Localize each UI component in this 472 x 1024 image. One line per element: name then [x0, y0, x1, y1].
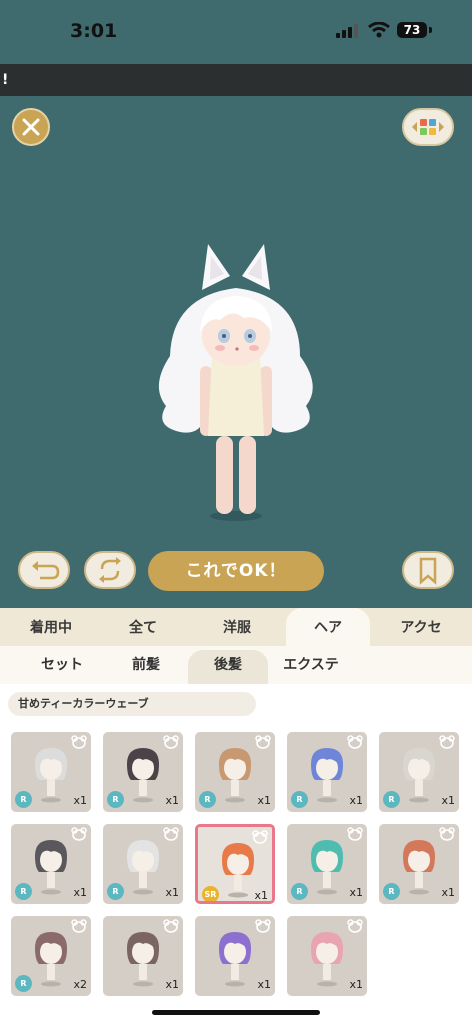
item-count: x1	[165, 794, 179, 807]
hair-item-card[interactable]: Rx2	[11, 916, 91, 996]
item-count: x2	[73, 978, 87, 991]
rarity-badge: R	[15, 883, 32, 900]
bookmark-icon	[419, 557, 437, 585]
selected-item-name: 甘めティーカラーウェーブ	[8, 692, 256, 716]
bear-favorite-icon[interactable]	[347, 735, 363, 749]
tab-hair[interactable]: ヘア	[286, 608, 370, 646]
bear-favorite-icon[interactable]	[71, 827, 87, 841]
rarity-badge: R	[199, 791, 216, 808]
tab-wearing[interactable]: 着用中	[0, 608, 102, 646]
item-count: x1	[257, 794, 271, 807]
rarity-badge: SR	[202, 886, 219, 901]
reset-button[interactable]	[84, 551, 136, 589]
hair-preview-icon	[311, 932, 343, 987]
hair-item-card[interactable]: x1	[103, 916, 183, 996]
hair-preview-icon	[127, 840, 159, 895]
rarity-badge: R	[107, 791, 124, 808]
confirm-ok-button[interactable]: これでOK！	[148, 551, 324, 591]
bear-favorite-icon[interactable]	[71, 919, 87, 933]
view-switch-button[interactable]	[402, 108, 454, 146]
hair-item-card[interactable]: Rx1	[11, 824, 91, 904]
rarity-badge: R	[383, 791, 400, 808]
subtab-set[interactable]: セット	[20, 650, 104, 680]
bear-favorite-icon[interactable]	[163, 735, 179, 749]
close-button[interactable]	[12, 108, 50, 146]
hair-item-card[interactable]: x1	[287, 916, 367, 996]
hair-preview-icon	[35, 748, 67, 803]
subtab-extensions[interactable]: エクステ	[268, 650, 354, 680]
status-bar: 3:01 73	[0, 0, 472, 64]
rarity-badge: R	[291, 883, 308, 900]
category-tab-bar: 着用中 全て 洋服 ヘア アクセ	[0, 608, 472, 646]
bear-favorite-icon[interactable]	[255, 735, 271, 749]
hair-item-card[interactable]: Rx1	[103, 824, 183, 904]
announcement-ticker: !	[0, 64, 472, 96]
hair-preview-icon	[311, 840, 343, 895]
item-count: x1	[349, 978, 363, 991]
bear-favorite-icon[interactable]	[163, 827, 179, 841]
bear-favorite-icon[interactable]	[439, 735, 455, 749]
hair-preview-icon	[127, 748, 159, 803]
clock: 3:01	[70, 20, 118, 42]
bear-favorite-icon[interactable]	[439, 827, 455, 841]
close-icon	[22, 118, 40, 136]
tab-clothes[interactable]: 洋服	[190, 608, 284, 646]
cellular-signal-icon	[336, 24, 358, 38]
item-count: x1	[254, 889, 268, 902]
hair-item-card[interactable]: x1	[195, 916, 275, 996]
hair-preview-icon	[219, 748, 251, 803]
hair-item-card[interactable]: SR x1	[195, 824, 275, 904]
item-count: x1	[349, 886, 363, 899]
hair-preview-icon	[219, 932, 251, 987]
bear-favorite-icon[interactable]	[347, 827, 363, 841]
hair-preview-icon	[35, 840, 67, 895]
hair-item-card[interactable]: Rx1	[287, 824, 367, 904]
item-count: x1	[441, 886, 455, 899]
hair-item-card[interactable]: Rx1	[195, 732, 275, 812]
hair-preview-icon	[311, 748, 343, 803]
hair-subtab-bar: セット 前髪 後髪 エクステ	[0, 646, 472, 684]
hair-preview-icon	[127, 932, 159, 987]
item-count: x1	[165, 978, 179, 991]
rarity-badge: R	[15, 975, 32, 992]
item-count: x1	[257, 978, 271, 991]
hair-preview-icon	[403, 840, 435, 895]
item-count: x1	[165, 886, 179, 899]
tab-all[interactable]: 全て	[96, 608, 190, 646]
subtab-front-hair[interactable]: 前髪	[104, 650, 188, 680]
avatar-character	[158, 244, 313, 521]
bear-favorite-icon[interactable]	[255, 919, 271, 933]
battery-tip	[429, 27, 432, 33]
wifi-icon	[368, 22, 390, 38]
hair-item-card[interactable]: Rx1	[11, 732, 91, 812]
bear-favorite-icon[interactable]	[163, 919, 179, 933]
item-count: x1	[73, 794, 87, 807]
grid-switch-icon	[412, 119, 444, 135]
hair-preview-icon	[35, 932, 67, 987]
home-indicator	[152, 1010, 320, 1015]
bear-favorite-icon[interactable]	[347, 919, 363, 933]
hair-item-card[interactable]: Rx1	[379, 732, 459, 812]
hair-item-card[interactable]: Rx1	[287, 732, 367, 812]
undo-button[interactable]	[18, 551, 70, 589]
hair-preview-icon	[222, 843, 254, 898]
tab-accessories[interactable]: アクセ	[374, 608, 468, 646]
rarity-badge: R	[107, 883, 124, 900]
undo-icon	[32, 561, 60, 580]
rarity-badge: R	[291, 791, 308, 808]
item-count: x1	[349, 794, 363, 807]
refresh-icon	[99, 557, 121, 583]
bear-favorite-icon[interactable]	[252, 830, 268, 844]
bear-favorite-icon[interactable]	[71, 735, 87, 749]
rarity-badge: R	[15, 791, 32, 808]
item-count: x1	[441, 794, 455, 807]
save-bookmark-button[interactable]	[402, 551, 454, 589]
hair-item-card[interactable]: Rx1	[379, 824, 459, 904]
hair-item-card[interactable]: Rx1	[103, 732, 183, 812]
subtab-back-hair[interactable]: 後髪	[188, 650, 268, 684]
item-count: x1	[73, 886, 87, 899]
battery-indicator: 73	[397, 22, 427, 38]
hair-preview-icon	[403, 748, 435, 803]
rarity-badge: R	[383, 883, 400, 900]
